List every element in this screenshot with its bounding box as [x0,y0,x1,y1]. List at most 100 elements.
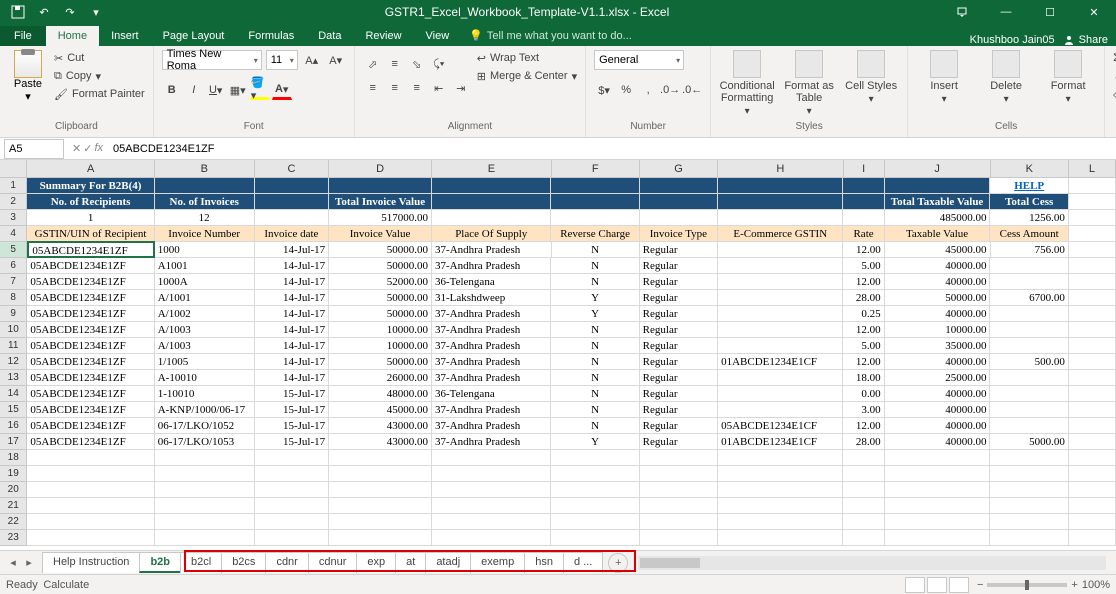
cell[interactable] [843,530,884,546]
cell[interactable]: 1000 [155,242,255,258]
cell[interactable]: 43000.00 [329,418,432,434]
cell[interactable]: Y [551,290,639,306]
cell[interactable]: 40000.00 [885,434,991,450]
redo-icon[interactable]: ↷ [58,1,82,23]
cell[interactable] [885,450,991,466]
cell[interactable]: A/1002 [155,306,255,322]
sheet-tab[interactable]: exemp [470,552,525,573]
tab-view[interactable]: View [414,26,462,46]
cell[interactable] [718,498,843,514]
cell[interactable]: N [551,354,639,370]
row-header[interactable]: 21 [0,498,27,514]
cell[interactable]: 05ABCDE1234E1ZF [27,434,154,450]
cell[interactable] [885,530,991,546]
sheet-tab[interactable]: b2cl [180,552,222,573]
cell[interactable] [432,530,551,546]
row-header[interactable]: 14 [0,386,27,402]
tell-me-search[interactable]: 💡 Tell me what you want to do... [461,25,961,46]
normal-view-icon[interactable] [905,577,925,593]
cell[interactable]: 3.00 [843,402,884,418]
cell[interactable]: 15-Jul-17 [255,434,330,450]
cell[interactable] [843,498,884,514]
cell[interactable]: 35000.00 [885,338,991,354]
cell[interactable] [155,498,255,514]
cell[interactable]: Place Of Supply [432,226,551,242]
cell[interactable]: 05ABCDE1234E1ZF [27,402,154,418]
cell[interactable] [843,178,884,194]
cell[interactable]: Regular [640,354,718,370]
tab-data[interactable]: Data [306,26,353,46]
cell[interactable] [990,514,1068,530]
row-header[interactable]: 6 [0,258,27,274]
cell[interactable]: 5000.00 [990,434,1068,450]
sheet-tab[interactable]: b2cs [221,552,266,573]
cell[interactable] [990,450,1068,466]
cell[interactable]: 05ABCDE1234E1ZF [27,290,154,306]
cell[interactable]: 50000.00 [329,290,432,306]
cell[interactable]: 37-Andhra Pradesh [432,338,551,354]
zoom-level[interactable]: 100% [1082,579,1110,591]
cell[interactable]: Regular [640,290,718,306]
align-right-icon[interactable]: ≡ [407,78,427,98]
cell[interactable] [1069,258,1116,274]
cell[interactable] [885,482,991,498]
cell[interactable]: 50000.00 [885,290,991,306]
row-header[interactable]: 22 [0,514,27,530]
cell[interactable] [718,338,843,354]
cell[interactable]: N [551,418,639,434]
cell[interactable] [1069,210,1116,226]
cell[interactable]: Taxable Value [885,226,991,242]
cell[interactable] [718,402,843,418]
align-middle-icon[interactable]: ≡ [385,54,405,74]
page-break-view-icon[interactable] [949,577,969,593]
cell[interactable]: 1 [27,210,154,226]
cell[interactable]: Rate [843,226,884,242]
cell[interactable] [329,530,432,546]
comma-icon[interactable]: , [638,80,658,100]
col-header[interactable]: J [885,160,991,177]
currency-icon[interactable]: $▾ [594,80,614,100]
sheet-tab[interactable]: hsn [524,552,564,573]
row-header[interactable]: 9 [0,306,27,322]
cell[interactable]: GSTIN/UIN of Recipient [27,226,154,242]
sheet-tab[interactable]: atadj [425,552,471,573]
cell[interactable] [329,514,432,530]
select-all-corner[interactable] [0,160,27,177]
cell[interactable] [155,482,255,498]
row-header[interactable]: 7 [0,274,27,290]
bold-button[interactable]: B [162,80,182,100]
format-cells-button[interactable]: Format▾ [1040,50,1096,105]
cell[interactable] [990,338,1068,354]
italic-button[interactable]: I [184,80,204,100]
share-button[interactable]: Share [1063,34,1108,46]
cell[interactable]: 50000.00 [329,242,432,258]
col-header[interactable]: K [991,160,1069,177]
cell[interactable]: A/1003 [155,322,255,338]
cell[interactable] [990,322,1068,338]
cell[interactable]: E-Commerce GSTIN [718,226,843,242]
cell[interactable]: Reverse Charge [551,226,639,242]
cell[interactable] [640,450,718,466]
cell[interactable] [329,498,432,514]
cell[interactable]: 40000.00 [885,386,991,402]
cell[interactable] [255,482,330,498]
cell[interactable]: A/1001 [155,290,255,306]
cell[interactable] [255,530,330,546]
cell[interactable]: 40000.00 [885,402,991,418]
cell[interactable] [885,514,991,530]
cell[interactable]: A/1003 [155,338,255,354]
cell[interactable] [1069,178,1116,194]
zoom-out-icon[interactable]: − [977,579,983,591]
cell[interactable] [432,514,551,530]
fx-icon[interactable]: fx [94,142,103,155]
cell[interactable] [990,306,1068,322]
cell[interactable] [718,370,843,386]
cell[interactable] [255,466,330,482]
cell[interactable] [551,210,639,226]
cell[interactable] [885,466,991,482]
cell[interactable]: 06-17/LKO/1052 [155,418,255,434]
row-header[interactable]: 13 [0,370,27,386]
cell[interactable] [990,530,1068,546]
save-icon[interactable] [6,1,30,23]
cell[interactable]: 5.00 [843,338,884,354]
